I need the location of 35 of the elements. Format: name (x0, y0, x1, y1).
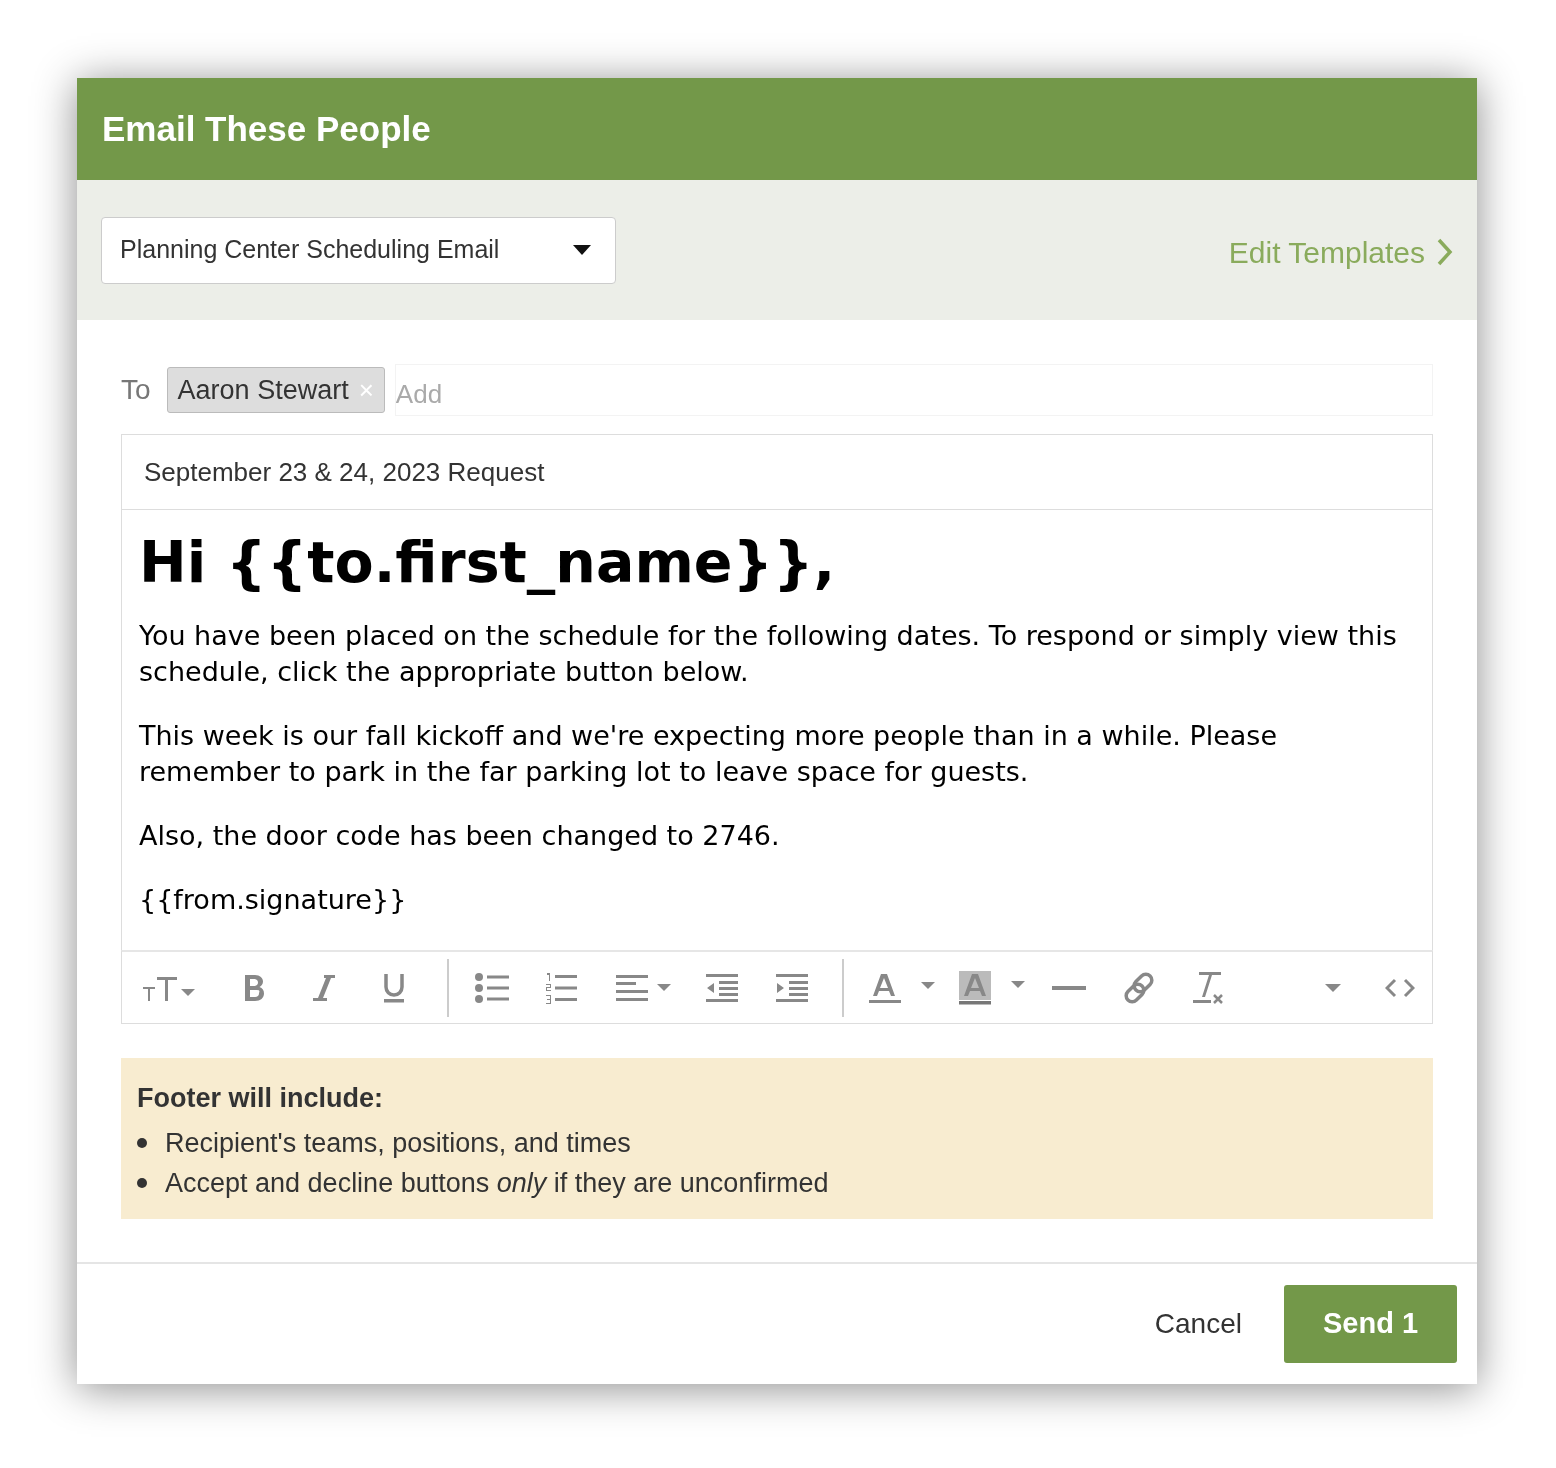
numbered-list-icon (544, 971, 577, 1004)
body-paragraph: Also, the door code has been changed to 2746. (139, 819, 781, 854)
italic-icon (311, 973, 336, 1002)
template-name: Planning Center Scheduling Email (120, 234, 500, 266)
more-icon (1324, 983, 1341, 992)
dialog-title: Email These People (102, 108, 431, 150)
link-icon (1121, 970, 1156, 1005)
caret-icon (573, 245, 591, 255)
body-paragraph: This week is our fall kickoff and we're expecting more people than in a while. Please remember to park in the far parking lot to leave space for guests. (139, 719, 1279, 790)
bold-icon (242, 973, 265, 1002)
template-select[interactable]: Planning Center Scheduling Email (101, 216, 616, 284)
chevron-right-icon (1437, 238, 1453, 266)
subject-field[interactable]: September 23 & 24, 2023 Request (121, 434, 1433, 510)
clear-format-icon (1193, 970, 1226, 1005)
to-label: To (121, 373, 151, 407)
text-color-icon (868, 971, 935, 1004)
body-paragraph: {{from.signature}} (139, 883, 408, 918)
bullet-list-icon (475, 972, 510, 1003)
bullet-icon (137, 1177, 147, 1188)
body-paragraph: You have been placed on the schedule for the following dates. To respond or simply view this schedule, click the appropriate button below. (139, 619, 1398, 690)
align-icon (614, 973, 673, 1002)
note-title: Footer will include: (137, 1082, 384, 1116)
underline-icon (383, 972, 406, 1003)
greeting-heading: Hi {{to.first_name}}, (139, 528, 837, 597)
highlight-color-icon (959, 970, 1026, 1005)
message-editor[interactable] (121, 510, 1433, 951)
cancel-button[interactable]: Cancel (1154, 1303, 1242, 1345)
bullet-icon (137, 1137, 147, 1148)
recipient-name: Aaron Stewart (177, 373, 349, 407)
indent-icon (774, 972, 809, 1003)
outdent-icon (704, 972, 739, 1003)
note-item: Recipient's teams, positions, and times (165, 1126, 631, 1160)
code-view-icon (1384, 977, 1415, 998)
note-item: Accept and decline buttons only if they are unconfirmed (165, 1166, 829, 1200)
recipient-input[interactable]: Add (394, 364, 1433, 416)
